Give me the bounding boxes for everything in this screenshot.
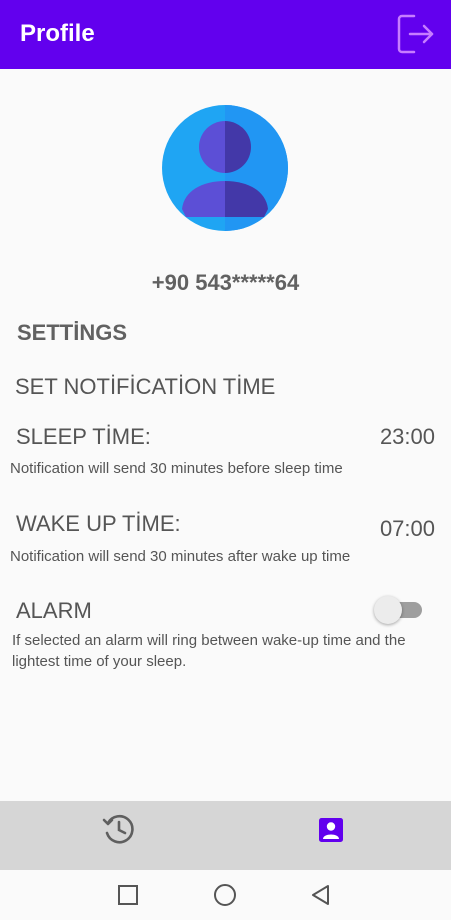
page-title: Profile bbox=[20, 20, 95, 47]
logout-icon bbox=[397, 14, 434, 54]
nav-profile[interactable] bbox=[310, 809, 350, 849]
profile-icon bbox=[319, 818, 343, 842]
back-triangle-icon bbox=[312, 885, 329, 905]
back-button[interactable] bbox=[309, 883, 333, 907]
alarm-note: If selected an alarm will ring between w… bbox=[12, 632, 406, 670]
sleep-time-value[interactable]: 23:00 bbox=[380, 424, 435, 450]
bottom-navigation bbox=[0, 801, 451, 870]
toggle-thumb bbox=[374, 596, 402, 624]
history-icon bbox=[102, 814, 134, 844]
alarm-toggle[interactable] bbox=[374, 596, 424, 624]
home-circle-icon bbox=[214, 884, 236, 906]
home-button[interactable] bbox=[213, 883, 237, 907]
user-avatar-icon bbox=[162, 105, 288, 231]
wake-time-value[interactable]: 07:00 bbox=[380, 516, 435, 542]
system-navigation-bar bbox=[0, 870, 451, 920]
wake-time-label: WAKE UP TİME: bbox=[16, 511, 181, 536]
alarm-label: ALARM bbox=[16, 598, 92, 623]
sleep-time-label: SLEEP TİME: bbox=[16, 424, 151, 449]
sleep-time-note: Notification will send 30 minutes before… bbox=[10, 460, 343, 477]
nav-history[interactable] bbox=[99, 809, 139, 849]
recents-button[interactable] bbox=[116, 883, 140, 907]
app-bar: Profile bbox=[0, 0, 451, 69]
logout-button[interactable] bbox=[394, 12, 438, 56]
phone-number: +90 543*****64 bbox=[151, 270, 300, 295]
notification-time-heading: SET NOTİFİCATİON TİME bbox=[15, 374, 276, 399]
wake-time-note: Notification will send 30 minutes after … bbox=[10, 548, 351, 565]
settings-heading: SETTİNGS bbox=[17, 320, 128, 345]
recents-square-icon bbox=[118, 885, 138, 905]
